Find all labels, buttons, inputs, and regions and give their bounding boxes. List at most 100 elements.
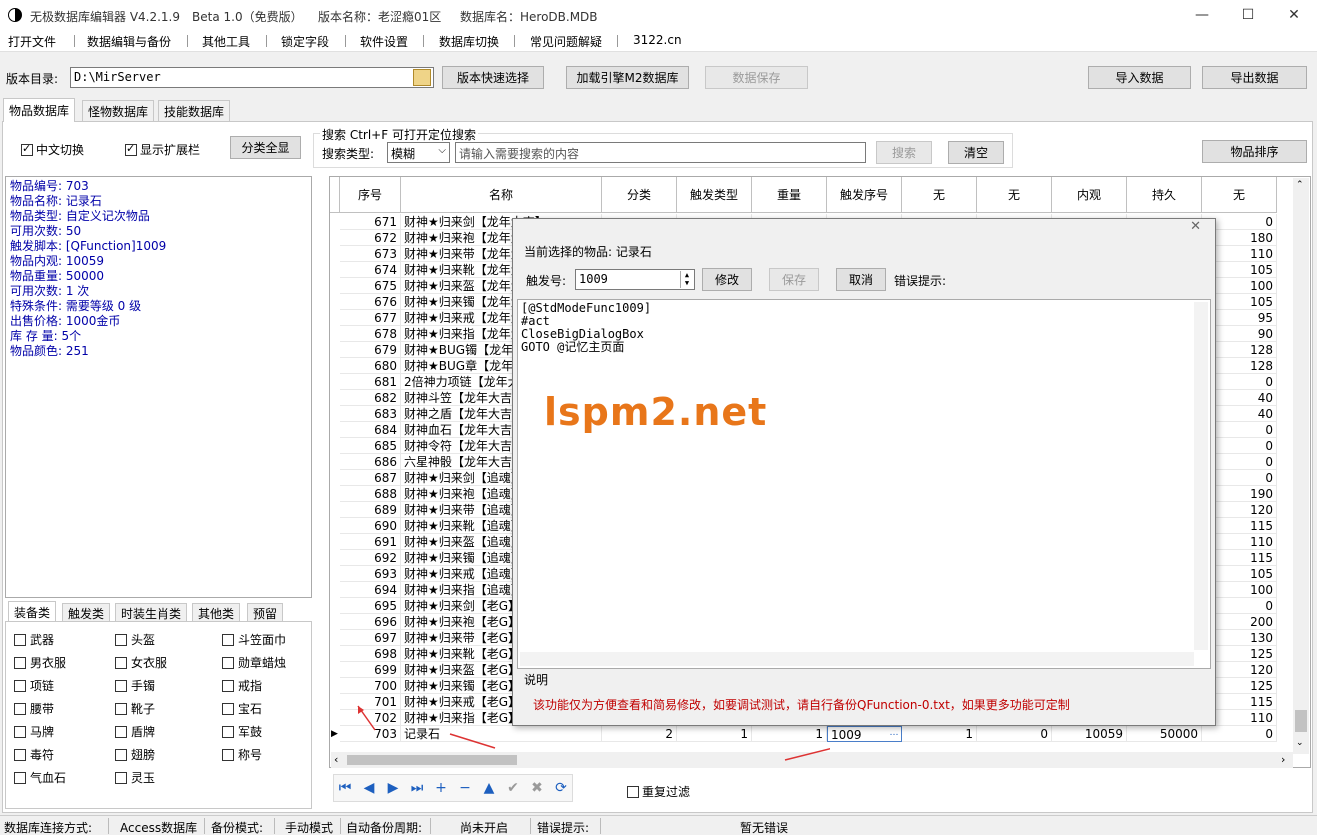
menu-other-tools[interactable]: 其他工具 [202,33,250,50]
save-data-button[interactable]: 数据保存 [705,66,808,89]
table-cell[interactable]: 687 [340,470,401,486]
category-checkbox[interactable]: 女衣服 [115,654,167,671]
search-button[interactable]: 搜索 [876,141,932,164]
table-cell[interactable]: 685 [340,438,401,454]
table-cell[interactable]: 695 [340,598,401,614]
table-cell[interactable]: 689 [340,502,401,518]
menu-website[interactable]: 3122.cn [633,33,682,47]
table-cell[interactable]: 680 [340,358,401,374]
close-button[interactable]: ✕ [1271,0,1317,30]
horizontal-scrollbar[interactable] [520,652,1194,666]
category-checkbox[interactable]: 称号 [222,746,262,763]
category-checkbox[interactable]: 头盔 [115,631,155,648]
menu-db-switch[interactable]: 数据库切换 [439,33,499,50]
maximize-button[interactable]: ☐ [1225,0,1271,30]
folder-icon[interactable] [413,69,431,86]
cancel-button[interactable]: 取消 [836,268,886,291]
grid-header-trigger-no[interactable]: 触发序号 [827,177,902,213]
dialog-close-icon[interactable]: ✕ [1190,219,1201,234]
script-editor[interactable]: [@StdModeFunc1009] #act CloseBigDialogBo… [517,299,1211,669]
category-checkbox[interactable]: 勋章蜡烛 [222,654,286,671]
table-cell[interactable]: 696 [340,614,401,630]
cat-tab-fashion[interactable]: 时装生肖类 [115,603,188,622]
category-checkbox[interactable]: 气血石 [14,769,66,786]
table-cell[interactable]: 698 [340,646,401,662]
table-cell[interactable]: 697 [340,630,401,646]
vertical-scrollbar[interactable] [1194,302,1208,650]
grid-header-trigger-type[interactable]: 触发类型 [677,177,752,213]
category-checkbox[interactable]: 毒符 [14,746,54,763]
import-button[interactable]: 导入数据 [1088,66,1191,89]
table-cell[interactable]: 694 [340,582,401,598]
refresh-icon[interactable]: ⟳ [551,780,571,796]
table-cell[interactable]: 691 [340,534,401,550]
prior-icon[interactable]: ◀ [359,780,379,796]
table-cell[interactable]: 675 [340,278,401,294]
search-input[interactable]: 请输入需要搜索的内容 [455,142,866,163]
post-icon[interactable]: ✔ [503,780,523,796]
menu-settings[interactable]: 软件设置 [360,33,408,50]
export-button[interactable]: 导出数据 [1202,66,1307,89]
cancel-icon[interactable]: ✖ [527,780,547,796]
show-all-button[interactable]: 分类全显 [230,136,301,159]
table-cell[interactable]: 50000 [1127,726,1202,742]
category-checkbox[interactable]: 马牌 [14,723,54,740]
table-cell[interactable]: 671 [340,214,401,230]
grid-header-weight[interactable]: 重量 [752,177,827,213]
search-type-select[interactable]: 模糊 ⌵ [387,142,450,163]
category-checkbox[interactable]: 宝石 [222,700,262,717]
table-cell[interactable]: 692 [340,550,401,566]
table-cell[interactable]: 677 [340,310,401,326]
show-ext-toggle[interactable]: 显示扩展栏 [125,141,200,158]
tab-monsters[interactable]: 怪物数据库 [82,100,155,122]
table-cell[interactable]: 1 [902,726,977,742]
table-cell[interactable]: 672 [340,230,401,246]
cat-tab-equipment[interactable]: 装备类 [8,601,57,622]
cat-tab-other[interactable]: 其他类 [192,603,241,622]
grid-header-durability[interactable]: 持久 [1127,177,1202,213]
next-icon[interactable]: ▶ [383,780,403,796]
table-cell[interactable]: 681 [340,374,401,390]
first-icon[interactable]: ⏮ [335,780,355,796]
save-button[interactable]: 保存 [769,268,819,291]
category-checkbox[interactable]: 靴子 [115,700,155,717]
trigger-number-input[interactable]: 1009 ▲ ▼ [575,269,695,290]
edit-icon[interactable]: ▲ [479,780,499,796]
grid-header-none[interactable]: 无 [977,177,1052,213]
category-checkbox[interactable]: 盾牌 [115,723,155,740]
menu-open-file[interactable]: 打开文件 [8,33,56,50]
category-checkbox[interactable]: 项链 [14,677,54,694]
table-cell[interactable]: 684 [340,422,401,438]
category-checkbox[interactable]: 腰带 [14,700,54,717]
grid-header-name[interactable]: 名称 [401,177,602,213]
sort-button[interactable]: 物品排序 [1202,140,1307,163]
category-checkbox[interactable]: 斗笠面巾 [222,631,286,648]
category-checkbox[interactable]: 手镯 [115,677,155,694]
modify-button[interactable]: 修改 [702,268,752,291]
menu-lock-fields[interactable]: 锁定字段 [281,33,329,50]
tab-skills[interactable]: 技能数据库 [158,100,231,122]
menu-data-edit[interactable]: 数据编辑与备份 [87,33,171,50]
chevron-up-icon[interactable]: ⌃ [1296,180,1304,190]
quick-select-button[interactable]: 版本快速选择 [442,66,544,89]
chevron-left-icon[interactable]: ‹ [334,753,338,766]
grid-header-none[interactable]: 无 [1202,177,1277,213]
table-cell[interactable]: 690 [340,518,401,534]
minimize-button[interactable]: — [1179,0,1225,30]
table-cell[interactable]: 699 [340,662,401,678]
category-checkbox[interactable]: 男衣服 [14,654,66,671]
category-checkbox[interactable]: 灵玉 [115,769,155,786]
table-cell[interactable]: 1009… [827,726,902,742]
grid-header-category[interactable]: 分类 [602,177,677,213]
chevron-down-icon[interactable]: ⌄ [1296,738,1304,748]
table-cell[interactable]: 10059 [1052,726,1127,742]
table-cell[interactable]: 683 [340,406,401,422]
insert-icon[interactable]: + [431,780,451,796]
vertical-scrollbar[interactable]: ⌃ ⌄ [1293,178,1309,754]
table-cell[interactable]: 686 [340,454,401,470]
table-cell[interactable]: 679 [340,342,401,358]
cat-tab-trigger[interactable]: 触发类 [62,603,111,622]
ellipsis-button[interactable]: … [887,727,901,741]
chevron-right-icon[interactable]: › [1281,753,1285,766]
dir-input[interactable]: D:\MirServer [70,67,434,88]
